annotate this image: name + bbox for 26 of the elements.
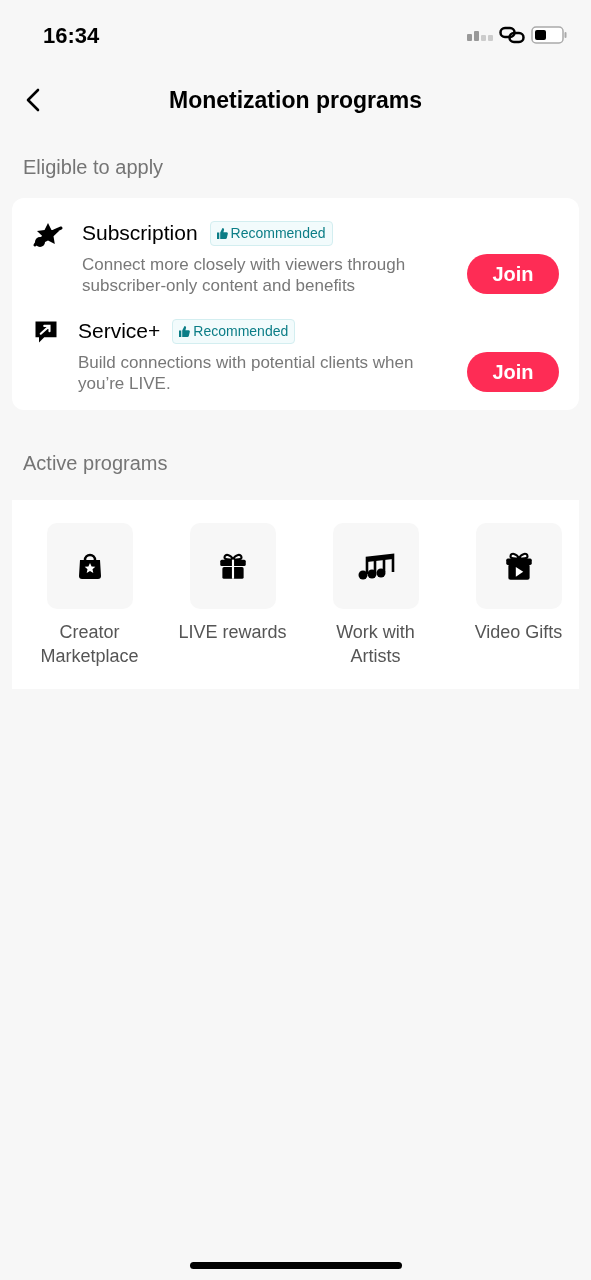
link-icon [499, 26, 525, 44]
join-button[interactable]: Join [467, 352, 559, 392]
recommended-badge: Recommended [172, 318, 296, 344]
program-tile[interactable] [475, 523, 562, 609]
program-label: Creator Marketplace [39, 621, 140, 668]
status-time: 16:34 [43, 21, 100, 50]
back-icon [26, 88, 40, 112]
program-tile[interactable] [189, 523, 276, 609]
section-heading: Eligible to apply [22, 155, 165, 180]
section-heading: Active programs [22, 451, 169, 476]
program-description: Build connections with potential clients when you’re LIVE. [78, 352, 415, 394]
thumbs-up-icon [216, 227, 228, 239]
recommended-badge: Recommended [209, 220, 333, 246]
battery-icon [531, 26, 567, 44]
signal-icon [467, 29, 493, 41]
program-name: Subscription [82, 220, 198, 246]
program-description: Connect more closely with viewers through subscriber-only content and benefits [82, 254, 407, 296]
program-tile[interactable] [332, 523, 419, 609]
program-label: Work with Artists [335, 621, 416, 668]
program-label: LIVE rewards [177, 621, 288, 644]
page-title: Monetization programs [169, 85, 422, 115]
program-name: Service+ [78, 318, 161, 344]
program-tile[interactable] [46, 523, 133, 609]
thumbs-up-icon [179, 325, 191, 337]
program-label: Video Gifts [473, 621, 564, 644]
join-button[interactable]: Join [467, 254, 559, 294]
